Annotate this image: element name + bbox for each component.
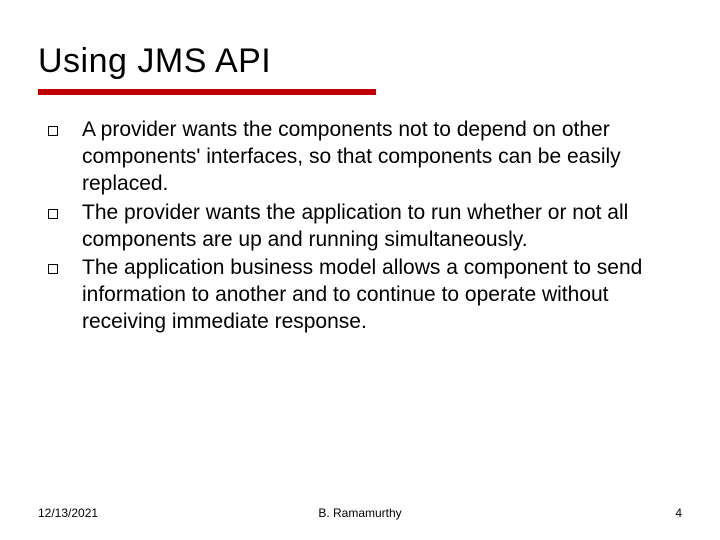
slide: Using JMS API A provider wants the compo… [0,0,720,540]
footer-author: B. Ramamurthy [253,506,468,520]
square-bullet-icon [48,209,58,219]
square-bullet-icon [48,264,58,274]
footer: 12/13/2021 B. Ramamurthy 4 [0,506,720,520]
slide-title: Using JMS API [38,42,682,81]
list-item: The application business model allows a … [44,255,682,336]
list-item: The provider wants the application to ru… [44,200,682,254]
bullet-text: The provider wants the application to ru… [82,200,682,254]
title-underline [38,89,376,95]
footer-page-number: 4 [467,506,682,520]
bullet-text: A provider wants the components not to d… [82,117,682,198]
square-bullet-icon [48,126,58,136]
content-area: A provider wants the components not to d… [38,117,682,336]
bullet-text: The application business model allows a … [82,255,682,336]
footer-date: 12/13/2021 [38,506,253,520]
list-item: A provider wants the components not to d… [44,117,682,198]
